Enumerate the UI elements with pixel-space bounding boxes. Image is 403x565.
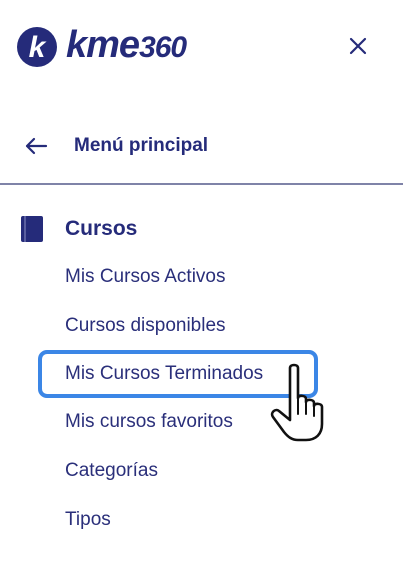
- section-title: Cursos: [65, 217, 138, 240]
- logo-badge-letter: k: [29, 31, 47, 64]
- arrow-left-icon: [25, 137, 48, 155]
- menu-item-mis-cursos-activos[interactable]: Mis Cursos Activos: [65, 265, 225, 289]
- close-icon: [349, 37, 367, 55]
- logo-number: 360: [139, 31, 187, 64]
- kme360-logo: k kme360: [16, 24, 187, 69]
- hand-pointer-icon: [270, 363, 324, 442]
- close-button[interactable]: [344, 32, 372, 60]
- menu-item-tipos[interactable]: Tipos: [65, 508, 111, 532]
- menu-item-mis-cursos-favoritos[interactable]: Mis cursos favoritos: [65, 410, 233, 434]
- menu-item-categorias[interactable]: Categorías: [65, 459, 158, 483]
- divider: [0, 183, 403, 185]
- menu-item-cursos-disponibles[interactable]: Cursos disponibles: [65, 314, 226, 338]
- logo-wordmark: kme360: [66, 24, 187, 69]
- book-icon: [21, 216, 43, 242]
- logo-badge-icon: k: [17, 26, 57, 67]
- back-label: Menú principal: [74, 135, 209, 156]
- back-to-main-menu[interactable]: Menú principal: [24, 131, 208, 161]
- header: k kme360: [0, 0, 403, 95]
- logo-name: kme: [66, 24, 140, 66]
- section-cursos-header[interactable]: Cursos: [20, 215, 137, 243]
